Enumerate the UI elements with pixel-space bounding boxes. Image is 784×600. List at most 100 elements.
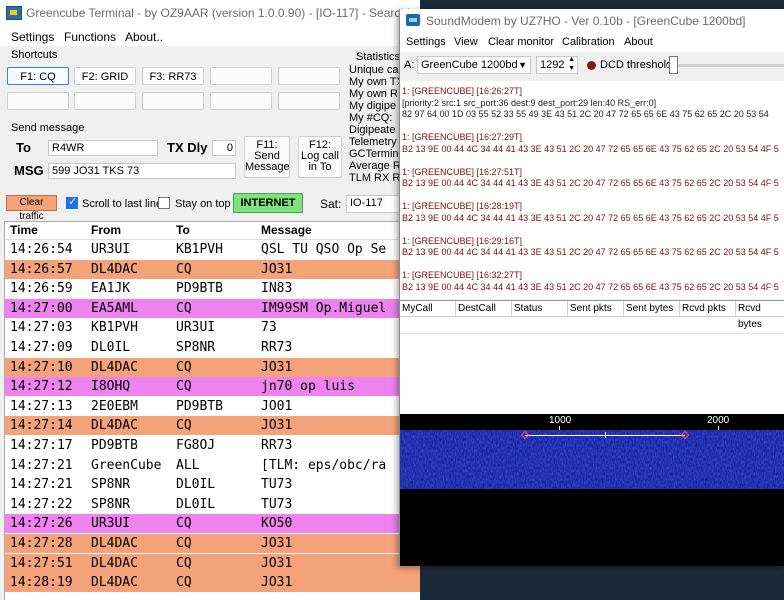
table-row[interactable]: 14:27:21 SP8NR DL0IL TU73: [5, 475, 420, 495]
table-row[interactable]: 14:27:21 GreenCube ALL [TLM: eps/obc/ra: [5, 455, 420, 475]
menu-about[interactable]: About..: [125, 30, 163, 44]
sm-menu-settings[interactable]: Settings: [406, 36, 446, 48]
sm-menu-view[interactable]: View: [454, 36, 478, 48]
log-cell-to: CQ: [176, 359, 192, 375]
stay-on-top-checkbox[interactable]: [158, 197, 170, 209]
log-col-time[interactable]: Time: [10, 223, 38, 237]
shortcut-empty-button[interactable]: [7, 92, 69, 110]
col-destcall[interactable]: DestCall: [456, 301, 512, 317]
log-cell-message: JO31: [261, 359, 293, 375]
message-input[interactable]: 599 JO31 TKS 73: [48, 163, 236, 179]
tx-delay-input[interactable]: 0: [212, 140, 236, 156]
log-cell-from: UR3UI: [91, 242, 131, 257]
monitor-log-line: [priority:2 src:1 src_port:36 dest:9 des…: [402, 97, 657, 108]
waterfall-spectrum[interactable]: [400, 430, 784, 489]
statistics-label: Statistics: [356, 51, 401, 63]
table-row[interactable]: 14:26:54 UR3UI KB1PVH QSL TU QSO Op Se: [5, 240, 420, 259]
log-cell-from: DL4DAC: [91, 555, 138, 571]
log-cell-time: 14:27:21: [10, 477, 73, 493]
log-cell-to: CQ: [176, 536, 192, 551]
log-cell-time: 14:27:22: [10, 496, 73, 512]
spin-arrows-icon[interactable]: ▲ ▼: [568, 55, 575, 73]
shortcut-empty-button[interactable]: [278, 92, 340, 110]
shortcut-empty-button[interactable]: [74, 92, 136, 110]
sm-menu-bar: Settings View Clear monitor Calibration …: [400, 33, 784, 52]
log-col-message[interactable]: Message: [261, 223, 312, 237]
gc-menu-bar: Settings Functions About..: [0, 26, 420, 46]
sm-menu-clear-monitor[interactable]: Clear monitor: [488, 36, 554, 48]
table-row[interactable]: 14:28:19 DL4DAC CQ JO31: [5, 573, 420, 593]
table-row[interactable]: 14:26:57 DL4DAC CQ JO31: [5, 259, 420, 279]
log-cell-message: [TLM: eps/obc/ra: [261, 457, 387, 473]
log-cell-to: UR3UI: [176, 320, 216, 336]
monitor-log-line: 82 97 64 00 1D 03 55 52 33 55 49 3E 43 5…: [402, 109, 769, 119]
scroll-last-line-checkbox[interactable]: [66, 195, 78, 209]
sm-menu-about[interactable]: About: [624, 36, 653, 48]
log-cell-from: SP8NR: [91, 496, 131, 512]
log-cell-from: I8OHQ: [91, 379, 131, 395]
table-row[interactable]: 14:27:00 EA5AML CQ IM99SM Op.Miguel: [5, 298, 420, 318]
table-row[interactable]: 14:27:28 DL4DAC CQ JO31: [5, 534, 420, 553]
table-row[interactable]: 14:27:09 DL0IL SP8NR RR73: [5, 338, 420, 357]
log-col-from[interactable]: From: [91, 223, 121, 237]
shortcut-f1-button[interactable]: F1: CQ: [7, 67, 69, 85]
monitor-log-line: B2 13 9E 00 44 4C 34 44 41 43 3E 43 51 2…: [402, 178, 779, 188]
satellite-select[interactable]: IO-117: [346, 195, 406, 213]
waterfall-panel[interactable]: 1000 2000: [400, 414, 784, 566]
log-cell-from: DL4DAC: [91, 536, 138, 551]
log-cell-from: DL4DAC: [91, 575, 138, 591]
log-cell-time: 14:27:12: [10, 379, 73, 395]
shortcut-empty-button[interactable]: [210, 92, 272, 110]
table-row[interactable]: 14:26:59 EA1JK PD9BTB IN83: [5, 279, 420, 299]
monitor-log-line: 1: [GREENCUBE] [16:26:27T]: [402, 86, 523, 96]
shortcut-empty-button[interactable]: [210, 67, 272, 85]
table-row[interactable]: 14:27:22 SP8NR DL0IL TU73: [5, 494, 420, 514]
table-row[interactable]: 14:27:51 DL4DAC CQ JO31: [5, 553, 420, 573]
table-row[interactable]: 14:27:10 DL4DAC CQ JO31: [5, 357, 420, 377]
log-cell-time: 14:27:09: [10, 340, 73, 355]
monitor-log: 1: [GREENCUBE] [16:26:27T] [priority:2 sr…: [400, 81, 784, 299]
col-rcvd-bytes[interactable]: Rcvd bytes: [736, 301, 784, 330]
log-cell-to: PD9BTB: [176, 398, 223, 414]
table-row[interactable]: [400, 317, 784, 334]
log-cell-message: TU73: [261, 477, 293, 493]
log-cell-message: RR73: [261, 438, 293, 453]
slider-thumb[interactable]: [669, 56, 678, 74]
monitor-log-line: 1: [GREENCUBE] [16:27:51T]: [402, 166, 523, 177]
table-row[interactable]: 14:27:17 PD9BTB FG8OJ RR73: [5, 436, 420, 455]
col-sent-pkts[interactable]: Sent pkts: [568, 301, 624, 317]
frequency-spinbox[interactable]: 1292 ▲ ▼: [536, 56, 578, 74]
table-row[interactable]: 14:27:03 KB1PVH UR3UI 73: [5, 318, 420, 338]
col-status[interactable]: Status: [512, 301, 568, 317]
log-col-to[interactable]: To: [176, 223, 190, 237]
menu-settings[interactable]: Settings: [11, 30, 54, 44]
col-rcvd-pkts[interactable]: Rcvd pkts: [680, 301, 736, 317]
shortcut-empty-button[interactable]: [142, 92, 204, 110]
send-message-button[interactable]: F11: Send Message: [244, 136, 290, 178]
to-input[interactable]: R4WR: [48, 140, 158, 156]
shortcut-f2-button[interactable]: F2: GRID: [74, 67, 136, 85]
clear-traffic-button[interactable]: Clear traffic: [6, 195, 57, 222]
col-mycall[interactable]: MyCall: [400, 301, 456, 317]
shortcut-f3-button[interactable]: F3: RR73: [142, 67, 204, 85]
log-cell-message: JO31: [261, 555, 293, 571]
shortcut-empty-button[interactable]: [278, 67, 340, 85]
tx-delay-label: TX Dly: [167, 140, 208, 155]
log-cell-from: DL4DAC: [91, 261, 138, 277]
log-cell-from: DL4DAC: [91, 418, 138, 434]
modem-select[interactable]: GreenCube 1200bd ▼: [417, 56, 531, 74]
table-row[interactable]: 14:27:26 UR3UI CQ KO50: [5, 514, 420, 534]
sm-control-bar: A: GreenCube 1200bd ▼ 1292 ▲ ▼ DCD thresh…: [400, 52, 784, 80]
log-call-button[interactable]: F12: Log call in To: [298, 136, 342, 178]
menu-functions[interactable]: Functions: [64, 30, 116, 44]
col-sent-bytes[interactable]: Sent bytes: [624, 301, 680, 317]
table-row[interactable]: 14:27:12 I8OHQ CQ jn70 op luis: [5, 377, 420, 397]
table-row[interactable]: 14:27:14 DL4DAC CQ JO31: [5, 416, 420, 436]
sm-menu-calibration[interactable]: Calibration: [562, 36, 615, 48]
dcd-threshold-slider[interactable]: [667, 56, 784, 76]
internet-button[interactable]: INTERNET: [233, 193, 303, 213]
table-row[interactable]: 14:27:13 2E0EBM PD9BTB JO01: [5, 396, 420, 416]
log-cell-message: JO01: [261, 398, 293, 414]
log-cell-message: IN83: [261, 281, 293, 297]
monitor-log-line: 1: [GREENCUBE] [16:27:29T]: [402, 132, 523, 142]
